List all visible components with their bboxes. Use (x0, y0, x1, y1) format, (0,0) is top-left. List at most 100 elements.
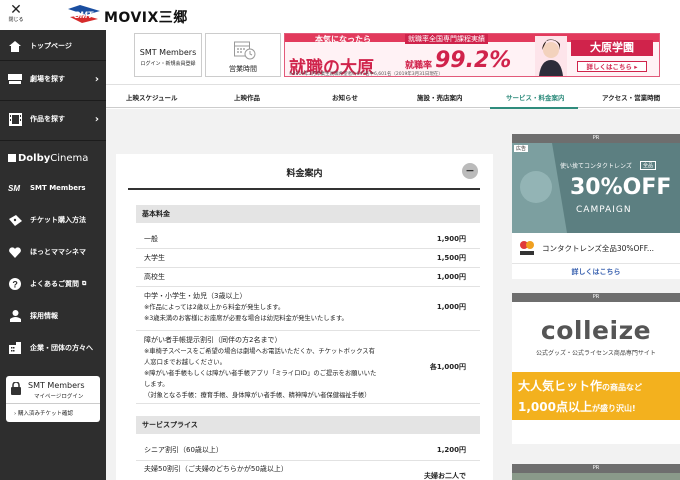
smt-members-login-button[interactable]: SMT Members ログイン・新規会員登録 (134, 33, 202, 77)
ad-line4: 就職率 (405, 61, 433, 71)
ohara-ad-banner[interactable]: 本気になったら 就職の大原 就職率全国専門課程実績 就職率 99.2% ※201… (284, 33, 660, 77)
divider (6, 403, 100, 404)
ad-line1: 本気になったら (315, 35, 371, 44)
sidebar-item-label: 企業・団体の方々へ (30, 344, 93, 352)
colleize-logo: colleize (540, 316, 652, 345)
price-label: 障がい者手帳提示割引（同伴の方2名まで） (144, 336, 282, 344)
price-row: 障がい者手帳提示割引（同伴の方2名まで） ※車椅子スペースをご希望の場合は劇場へ… (136, 331, 480, 404)
svg-text:?: ? (12, 280, 18, 290)
ad-cta-button[interactable]: 詳しくはこちら ▸ (577, 61, 647, 72)
ad-brand: 大原学園 (571, 40, 653, 56)
price-label: 中学・小学生・幼児（3歳以上） (144, 292, 247, 300)
chevron-right-icon: › (94, 113, 99, 125)
tab-schedule[interactable]: 上映スケジュール (126, 92, 178, 102)
sidebar-item-faq[interactable]: ? よくあるご質問 ⧉ (0, 274, 106, 294)
tab-facilities[interactable]: 施設・売店案内 (417, 92, 463, 102)
price-row: 一般 1,900円 (136, 229, 480, 249)
smt-members-title: SMT Members (139, 48, 197, 57)
film-icon (4, 112, 26, 126)
price-value: 各1,000円 (429, 363, 466, 371)
title-underline (128, 188, 480, 190)
dolby-cinema-link[interactable]: DolbyCinema (8, 153, 88, 164)
ad-percent: 99.2% (435, 48, 512, 73)
sidebar-item-film[interactable]: 作品を探す › (0, 106, 106, 132)
pr-label: PR (512, 293, 680, 302)
price-note: ※3歳未満のお客様にお座席が必要な場合は幼児料金が発生いたします。 (144, 315, 348, 322)
price-label: 大学生 (144, 254, 165, 262)
dolby-label: Dolby (18, 153, 51, 164)
price-value: 1,200円 (436, 446, 466, 454)
price-value: 夫婦お二人で (424, 472, 466, 480)
price-note: ※作品によっては2歳以上から料金が発生します。 (144, 304, 285, 311)
sidebar-item-label: 作品を探す (30, 115, 65, 123)
ad-person-image (535, 36, 567, 76)
colleize-line1a: 大人気ヒット作 (518, 379, 603, 393)
ad-line3: 就職率全国専門課程実績 (405, 34, 488, 44)
price-row: 大学生 1,500円 (136, 249, 480, 268)
price-note: ※障がい者手帳もしくは障がい者手帳アプリ「ミライロID」のご提示をお願いいた (144, 370, 377, 377)
smt-logo[interactable]: SMT (66, 3, 102, 25)
lens-ad-small: 使い捨てコンタクトレンズ (560, 163, 632, 170)
theater-icon (4, 74, 26, 84)
sidebar-item-label: よくあるご質問 (30, 280, 79, 288)
sidebar-item-smt-members[interactable]: SM SMT Members (0, 178, 106, 198)
colleize-line1b: の商品など (602, 383, 643, 392)
price-row: 高校生 1,000円 (136, 268, 480, 287)
site-title: MOVIX三郷 (104, 10, 188, 26)
dolby-logo-icon (8, 154, 16, 162)
members-login-box[interactable]: SMT Members マイページログイン › 購入済みチケット確認 (6, 376, 100, 422)
sidebar-item-recruit[interactable]: 採用情報 (0, 306, 106, 326)
price-label: シニア割引（60歳以上） (144, 446, 223, 454)
tab-access-hours[interactable]: アクセス・営業時間 (602, 92, 660, 102)
price-label: 高校生 (144, 273, 165, 281)
tab-news[interactable]: お知らせ (332, 92, 358, 102)
person-icon (4, 310, 26, 322)
purchased-tickets-label: 購入済みチケット確認 (17, 411, 73, 417)
lens-ad-more-link[interactable]: 詳しくはこちら (512, 263, 680, 279)
divider (0, 140, 106, 141)
calendar-clock-icon (234, 40, 256, 62)
lens-ad-campaign: CAMPAIGN (576, 205, 632, 215)
sidebar-item-corporate[interactable]: 企業・団体の方々へ (0, 338, 106, 358)
sidebar-item-theater[interactable]: 劇場を探す › (0, 66, 106, 92)
next-ad[interactable] (512, 473, 680, 480)
close-button[interactable]: ✕ 閉じる (6, 3, 26, 23)
sidebar-item-label: 劇場を探す (30, 75, 65, 83)
pr-label: PR (512, 134, 680, 143)
sidebar-item-mama-cinema[interactable]: ほっとママシネマ (0, 242, 106, 262)
price-row: 中学・小学生・幼児（3歳以上） ※作品によっては2歳以上から料金が発生します。 … (136, 287, 480, 331)
sidebar-item-label: 採用情報 (30, 312, 58, 320)
colleize-subtitle: 公式グッズ・公式ライセンス商品専門サイト (536, 350, 656, 357)
sidebar-item-ticket[interactable]: チケット購入方法 (0, 210, 106, 230)
members-title: SMT Members (28, 381, 85, 390)
lens-ad-badge: 全品 (640, 161, 657, 170)
top-bar: ✕ 閉じる SMT MOVIX三郷 (0, 0, 680, 30)
members-subtitle: マイページログイン (34, 394, 84, 400)
price-note: ※車椅子スペースをご希望の場合は劇場へお電話いただくか、チケットボックス有 (144, 348, 375, 355)
purchased-tickets-link[interactable]: › 購入済みチケット確認 (14, 409, 73, 417)
collapse-button[interactable]: − (462, 163, 478, 179)
tab-services-pricing[interactable]: サービス・料金案内 (506, 92, 565, 102)
tab-movies[interactable]: 上映作品 (234, 92, 260, 102)
svg-text:SM: SM (8, 184, 20, 193)
sidebar-item-label: トップページ (30, 42, 72, 50)
price-label: 一般 (144, 235, 158, 243)
lock-icon (11, 381, 21, 397)
price-row: シニア割引（60歳以上） 1,200円 (136, 440, 480, 461)
colleize-line2b: が盛り沢山! (591, 404, 636, 413)
price-note: （対象となる手帳：療育手帳、身体障がい者手帳、精神障がい者保健福祉手帳） (144, 392, 371, 399)
colleize-ad[interactable]: colleize 公式グッズ・公式ライセンス商品専門サイト 大人気ヒット作の商品… (512, 302, 680, 444)
price-value: 1,000円 (436, 303, 466, 311)
smt-icon: SM (4, 183, 26, 193)
lens-ad[interactable]: 広告 使い捨てコンタクトレンズ 全品 30%OFF CAMPAIGN コンタクト… (512, 143, 680, 279)
divider (0, 100, 106, 101)
advertiser-logo-icon (520, 241, 534, 255)
lens-ad-text: コンタクトレンズ全品30%OFF... (542, 244, 654, 253)
ad-footnote: ※2019年3月卒業生就職希望者6,647名中6,601名（2019年3月31日… (289, 72, 443, 77)
lens-ad-image: 広告 使い捨てコンタクトレンズ 全品 30%OFF CAMPAIGN (512, 143, 680, 233)
price-value: 1,500円 (436, 254, 466, 262)
sidebar-item-top[interactable]: トップページ (0, 36, 106, 56)
sidebar: トップページ 劇場を探す › 作品を探す › DolbyCinema SM SM… (0, 30, 106, 480)
business-hours-button[interactable]: 営業時間 (205, 33, 281, 77)
divider (0, 60, 106, 61)
